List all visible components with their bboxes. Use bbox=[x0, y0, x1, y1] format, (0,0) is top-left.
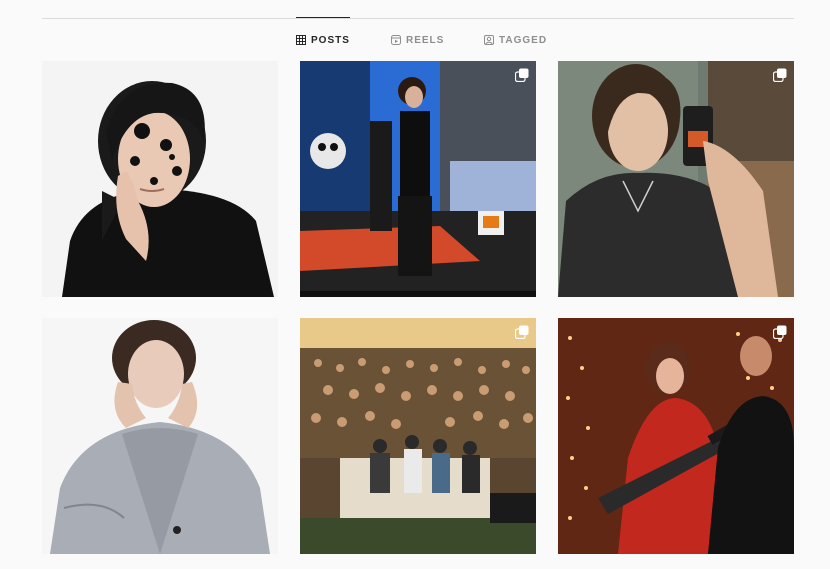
tab-posts-label: POSTS bbox=[311, 34, 350, 46]
post-image bbox=[42, 318, 278, 554]
post-image bbox=[300, 318, 536, 554]
tab-tagged-label: TAGGED bbox=[499, 34, 548, 46]
profile-tabs: POSTS REELS TAGGED bbox=[0, 17, 830, 62]
post-thumbnail[interactable] bbox=[558, 318, 794, 554]
tab-reels-label: REELS bbox=[406, 34, 445, 46]
grid-icon bbox=[296, 35, 306, 45]
post-thumbnail[interactable] bbox=[300, 61, 536, 297]
post-thumbnail[interactable] bbox=[558, 61, 794, 297]
multiple-photos-icon bbox=[772, 68, 787, 83]
post-image bbox=[558, 318, 794, 554]
reels-icon bbox=[391, 35, 401, 45]
post-image bbox=[300, 61, 536, 297]
tab-reels[interactable]: REELS bbox=[391, 18, 444, 62]
multiple-photos-icon bbox=[514, 68, 529, 83]
post-thumbnail[interactable] bbox=[42, 318, 278, 554]
multiple-photos-icon bbox=[772, 325, 787, 340]
tab-posts[interactable]: POSTS bbox=[296, 17, 350, 62]
post-thumbnail[interactable] bbox=[42, 61, 278, 297]
tagged-icon bbox=[484, 35, 494, 45]
post-image bbox=[558, 61, 794, 297]
post-thumbnail[interactable] bbox=[300, 318, 536, 554]
tab-tagged[interactable]: TAGGED bbox=[484, 18, 547, 62]
post-image bbox=[42, 61, 278, 297]
multiple-photos-icon bbox=[514, 325, 529, 340]
